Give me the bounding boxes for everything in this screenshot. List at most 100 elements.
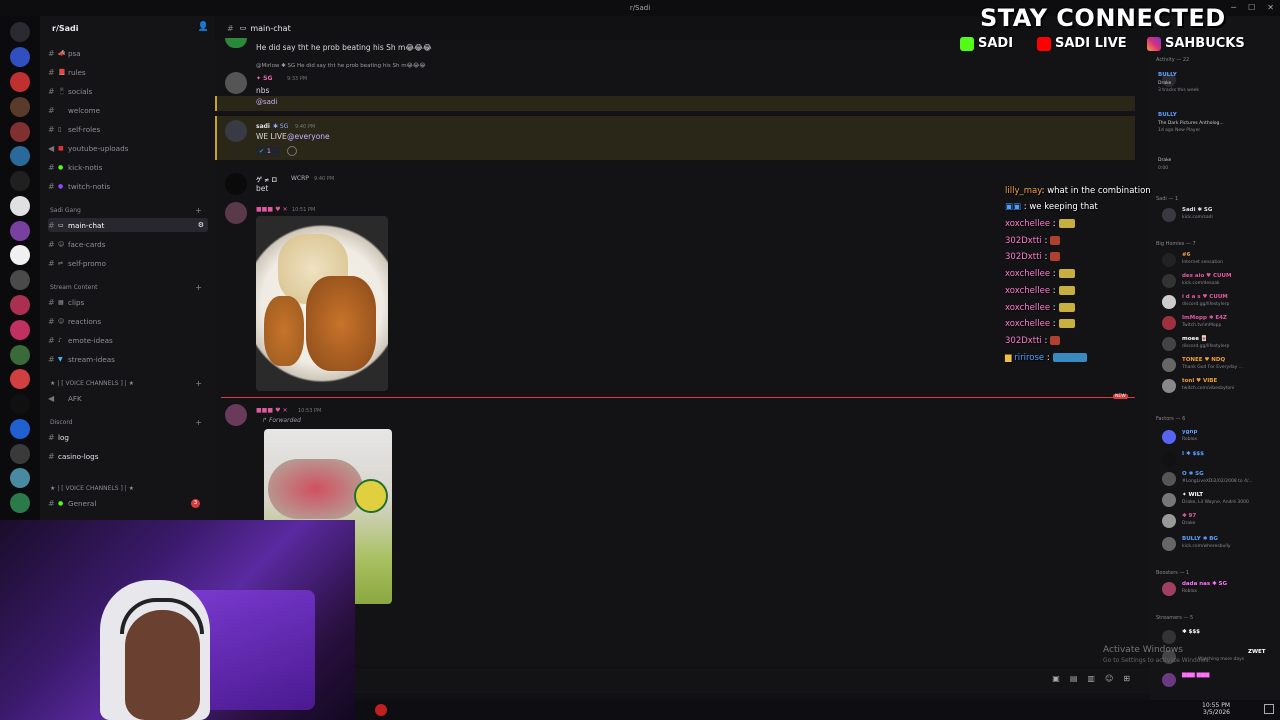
avatar[interactable] [225, 72, 247, 94]
member-row[interactable]: dada nas ✱ SG Roblox [1158, 580, 1278, 598]
reaction-check[interactable]: ✔ 1 [256, 146, 280, 156]
add-channel-icon[interactable]: + [195, 283, 202, 292]
server-icon[interactable] [10, 195, 30, 216]
member-row[interactable]: i d a s ♥ CUUM discord.gg/lifestylerp [1158, 293, 1278, 311]
category-voice-1[interactable]: ★ | [ VOICE CHANNELS ] | ★ + [50, 378, 210, 388]
notification-icon[interactable] [1264, 704, 1274, 714]
category-stream-content[interactable]: Stream Content + [50, 282, 210, 292]
member-row[interactable]: moee 🀄 discord.gg/lifestylerp [1158, 335, 1278, 353]
channel-log[interactable]: # log [48, 430, 208, 444]
apps-icon[interactable]: ⊞ [1123, 674, 1130, 683]
channel-self-roles[interactable]: # ▯ self-roles [48, 122, 208, 136]
member-row[interactable]: I ✱ $$$ [1158, 450, 1278, 468]
member-name: ✱ $$$ [1182, 629, 1201, 635]
add-member-icon[interactable]: 👤 [198, 22, 209, 32]
server-icon[interactable] [10, 47, 30, 68]
channel-afk[interactable]: ◀ AFK [48, 391, 208, 405]
server-icon[interactable] [10, 493, 30, 514]
server-icon[interactable] [10, 468, 30, 489]
avatar[interactable] [225, 173, 247, 195]
server-icon[interactable] [10, 443, 30, 464]
activity-item[interactable]: Drake 0:00 [1158, 156, 1278, 174]
server-icon[interactable] [10, 171, 30, 192]
server-icon[interactable] [10, 121, 30, 142]
channel-clips[interactable]: # ▦ clips [48, 295, 208, 309]
server-icon[interactable] [10, 245, 30, 266]
home-icon[interactable] [10, 22, 30, 43]
server-header[interactable]: r/Sadi 👤 [40, 16, 215, 40]
kick-handle: SADI [960, 36, 1013, 51]
server-icon[interactable] [10, 394, 30, 415]
member-row[interactable]: #6 Internet sensation [1158, 251, 1278, 269]
username[interactable]: ■■■ ♥ ✕ [256, 206, 288, 213]
settings-icon[interactable]: ⚙ [198, 221, 204, 229]
channel-kick-notis[interactable]: # ● kick-notis [48, 160, 208, 174]
channel-general[interactable]: # ● General 3 [48, 496, 208, 510]
channel-psa[interactable]: # 📣 psa [48, 46, 208, 60]
username[interactable]: sadi [256, 123, 270, 130]
channel-welcome[interactable]: # welcome [48, 103, 208, 117]
username[interactable]: ゲ ≠ ロ [256, 175, 277, 184]
server-icon[interactable] [10, 270, 30, 291]
add-channel-icon[interactable]: + [195, 379, 202, 388]
channel-emote-ideas[interactable]: # ♪ emote-ideas [48, 333, 208, 347]
channel-twitch-notis[interactable]: # ● twitch-notis [48, 179, 208, 193]
channel-reactions[interactable]: # ☺ reactions [48, 314, 208, 328]
sticker-icon[interactable]: ▥ [1087, 674, 1095, 683]
channel-socials[interactable]: # 📱 socials [48, 84, 208, 98]
avatar[interactable] [225, 38, 247, 48]
mention[interactable]: @sadi [256, 98, 277, 106]
category-discord[interactable]: Discord + [50, 417, 210, 427]
member-row[interactable]: BULLY ✱ BG kick.com/wheresbully [1158, 535, 1278, 553]
server-icon[interactable] [10, 146, 30, 167]
reply-preview[interactable]: @Mirlow ✱ SG He did say tht he prob beat… [256, 63, 426, 69]
member-row[interactable]: TONEE ♥ NDQ Thank God For Everyday ... [1158, 356, 1278, 374]
member-row[interactable]: ✱ $$$ [1158, 628, 1278, 646]
server-icon[interactable] [10, 418, 30, 439]
avatar[interactable] [225, 120, 247, 142]
channel-stream-ideas[interactable]: # ▼ stream-ideas [48, 352, 208, 366]
channel-rules[interactable]: # 📕 rules [48, 65, 208, 79]
channel-main-chat[interactable]: # ▭ main-chat ⚙ [48, 218, 208, 232]
channel-casino-logs[interactable]: # casino-logs [48, 449, 208, 463]
food-image[interactable] [256, 216, 388, 391]
member-row[interactable]: ✱ 97 Drake [1158, 512, 1278, 530]
avatar[interactable] [225, 202, 247, 224]
member-row[interactable]: des aio ♥ CUUM kick.com/desoak [1158, 272, 1278, 290]
channel-youtube-uploads[interactable]: ◀ ■ youtube-uploads [48, 141, 208, 155]
member-row[interactable]: ImMopp ✱ E4Z Twitch.tv/imMopp [1158, 314, 1278, 332]
category-voice-2[interactable]: ★ | [ VOICE CHANNELS ] | ★ [50, 483, 210, 493]
member-row[interactable]: tonl ♥ VIBE twitch.com/vibesbytoni [1158, 377, 1278, 395]
member-row[interactable]: ▆▆▆ ▆▆▆ [1158, 671, 1278, 689]
clock-time: 10:55 PM [1202, 702, 1230, 709]
username[interactable]: ■■■ ♥ ✕ [256, 407, 288, 414]
record-icon[interactable] [375, 704, 387, 716]
clock[interactable]: 10:55 PM 3/5/2026 [1202, 702, 1230, 716]
server-icon[interactable] [10, 96, 30, 117]
everyone-mention[interactable]: @everyone [287, 132, 330, 141]
activity-item[interactable]: BULLY Drake 3 tracks this week [1158, 71, 1278, 93]
server-icon[interactable] [10, 71, 30, 92]
channel-self-promo[interactable]: # ⇌ self-promo [48, 256, 208, 270]
gift-icon[interactable]: ▣ [1052, 674, 1060, 683]
username[interactable]: ✦ SG [256, 75, 272, 82]
add-channel-icon[interactable]: + [195, 206, 202, 215]
server-icon[interactable] [10, 220, 30, 241]
server-icon[interactable] [10, 344, 30, 365]
member-row[interactable]: Sadi ✱ SG kick.com/sadi [1158, 206, 1278, 224]
add-reaction-icon[interactable] [287, 146, 297, 156]
channel-face-cards[interactable]: # ☺ face-cards [48, 237, 208, 251]
server-icon[interactable] [10, 369, 30, 390]
server-icon[interactable] [10, 294, 30, 315]
member-row[interactable]: ygnp Roblox [1158, 428, 1278, 446]
emoji-icon[interactable]: ☺ [1105, 674, 1113, 683]
add-channel-icon[interactable]: + [195, 418, 202, 427]
avatar[interactable] [225, 404, 247, 426]
server-icon[interactable] [10, 319, 30, 340]
activity-item[interactable]: BULLY The Dark Pictures Antholog... 1d ago… [1158, 111, 1278, 133]
server-rail [0, 16, 40, 520]
member-row[interactable]: O ✱ SG #LongLiveXDi2/02/2008 to 4/... [1158, 470, 1278, 488]
category-sadi-gang[interactable]: Sadi Gang + [50, 205, 210, 215]
member-row[interactable]: ✦ WILT Drake, Lil Wayne, André 3000 [1158, 491, 1278, 509]
gif-icon[interactable]: ▤ [1070, 674, 1078, 683]
